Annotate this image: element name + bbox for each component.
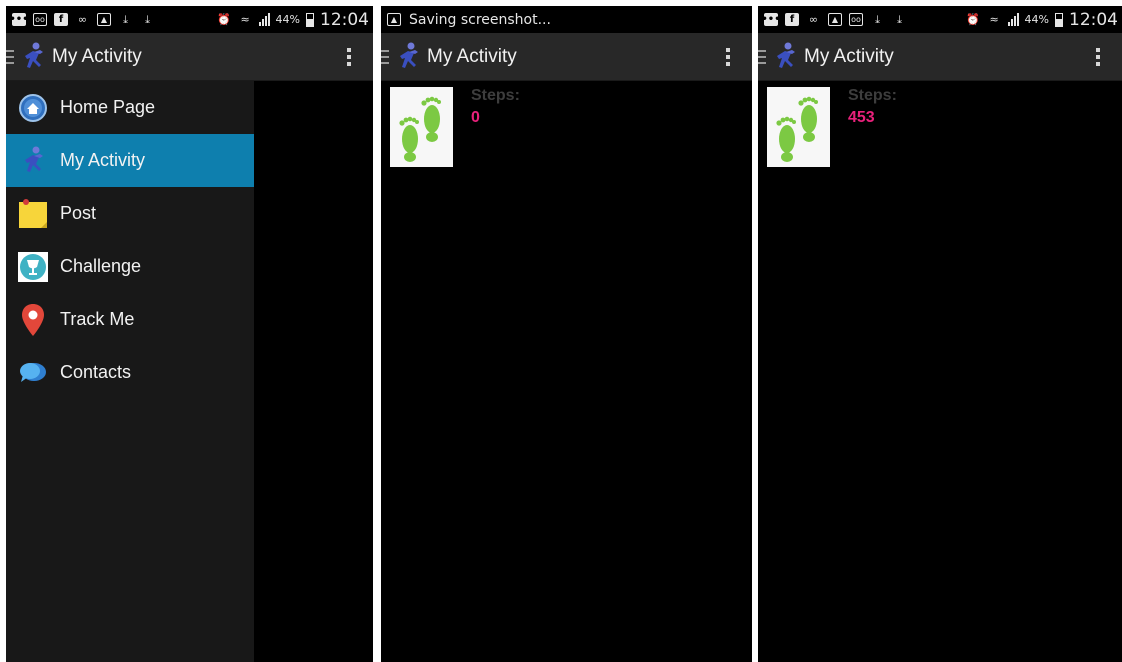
drawer-item-track-me[interactable]: Track Me — [6, 293, 254, 346]
drawer-item-label: Track Me — [60, 309, 135, 329]
drawer-toggle-icon[interactable] — [381, 49, 391, 64]
trophy-icon — [16, 250, 50, 284]
action-bar: My Activity — [381, 33, 752, 81]
steps-value: 453 — [848, 109, 875, 126]
steps-label: Steps: — [471, 87, 520, 104]
content-scrim[interactable] — [254, 81, 373, 662]
facebook-icon: f — [785, 13, 799, 26]
drawer-item-label: Challenge — [60, 256, 142, 276]
runner-icon[interactable] — [395, 41, 421, 73]
runner-icon[interactable] — [772, 41, 798, 73]
drawer-item-label: Contacts — [60, 362, 132, 382]
chat-notification-icon: ••• — [9, 13, 29, 26]
voicemail-icon: oo — [33, 13, 47, 26]
activity-content: Steps: 453 — [758, 81, 1122, 662]
download-icon: ⤓ — [123, 12, 128, 26]
facebook-icon: f — [54, 13, 68, 26]
overflow-menu-icon[interactable] — [726, 47, 730, 66]
signal-icon — [258, 13, 270, 26]
link-icon: ∞ — [77, 13, 88, 26]
action-bar: My Activity — [6, 33, 373, 81]
status-message: Saving screenshot... — [409, 11, 551, 28]
drawer-item-challenge[interactable]: Challenge — [6, 240, 254, 293]
download-icon: ⤓ — [145, 12, 150, 26]
link-icon: ∞ — [808, 13, 819, 26]
home-icon — [16, 91, 50, 125]
battery-percent: 44% — [1024, 13, 1049, 26]
phone-screen-drawer: ••• oo f ∞ ▲ ⤓ ⤓ ⏰ ≈ 44% 12:04 My Activi… — [6, 6, 373, 662]
download-icon: ⤓ — [875, 12, 880, 26]
wifi-icon: ≈ — [989, 13, 999, 26]
alarm-icon: ⏰ — [217, 13, 231, 26]
phone-screen-activity-counted: ••• f ∞ ▲ oo ⤓ ⤓ ⏰ ≈ 44% 12:04 My Activi… — [758, 6, 1122, 662]
voicemail-icon: oo — [849, 13, 863, 26]
drawer-item-post[interactable]: Post — [6, 187, 254, 240]
status-time: 12:04 — [320, 9, 369, 30]
drawer-item-label: Post — [60, 203, 97, 223]
download-icon: ⤓ — [897, 12, 902, 26]
status-bar: ▲ Saving screenshot... — [381, 6, 752, 33]
screenshot-icon: ▲ — [97, 13, 111, 26]
overflow-menu-icon[interactable] — [1096, 47, 1100, 66]
chat-notification-icon: ••• — [761, 13, 781, 26]
drawer-toggle-icon[interactable] — [758, 49, 768, 64]
map-pin-icon — [16, 303, 50, 337]
phone-screen-activity-zero: ▲ Saving screenshot... My Activity Steps… — [381, 6, 752, 662]
footprints-icon — [767, 87, 830, 167]
steps-label: Steps: — [848, 87, 897, 104]
runner-icon — [16, 144, 50, 178]
navigation-drawer: Home Page My Activity Post Challenge Tra… — [6, 81, 254, 662]
footprints-icon — [390, 87, 453, 167]
battery-percent: 44% — [275, 13, 300, 26]
battery-icon — [306, 12, 314, 27]
signal-icon — [1007, 13, 1019, 26]
overflow-menu-icon[interactable] — [347, 47, 351, 66]
battery-icon — [1055, 12, 1063, 27]
page-title: My Activity — [427, 45, 517, 67]
status-bar: ••• oo f ∞ ▲ ⤓ ⤓ ⏰ ≈ 44% 12:04 — [6, 6, 373, 33]
drawer-item-my-activity[interactable]: My Activity — [6, 134, 254, 187]
drawer-item-home-page[interactable]: Home Page — [6, 81, 254, 134]
screenshot-icon: ▲ — [387, 13, 401, 26]
status-time: 12:04 — [1069, 9, 1118, 30]
wifi-icon: ≈ — [240, 13, 250, 26]
action-bar: My Activity — [758, 33, 1122, 81]
sticky-note-icon — [16, 197, 50, 231]
drawer-toggle-icon[interactable] — [6, 49, 16, 64]
chat-bubbles-icon — [16, 356, 50, 390]
screenshot-icon: ▲ — [828, 13, 842, 26]
alarm-icon: ⏰ — [966, 13, 980, 26]
page-title: My Activity — [52, 45, 142, 67]
status-bar: ••• f ∞ ▲ oo ⤓ ⤓ ⏰ ≈ 44% 12:04 — [758, 6, 1122, 33]
drawer-item-label: My Activity — [60, 150, 146, 170]
runner-icon[interactable] — [20, 41, 46, 73]
activity-content: Steps: 0 — [381, 81, 752, 662]
drawer-item-contacts[interactable]: Contacts — [6, 346, 254, 399]
drawer-item-label: Home Page — [60, 97, 156, 117]
steps-value: 0 — [471, 109, 480, 126]
page-title: My Activity — [804, 45, 894, 67]
